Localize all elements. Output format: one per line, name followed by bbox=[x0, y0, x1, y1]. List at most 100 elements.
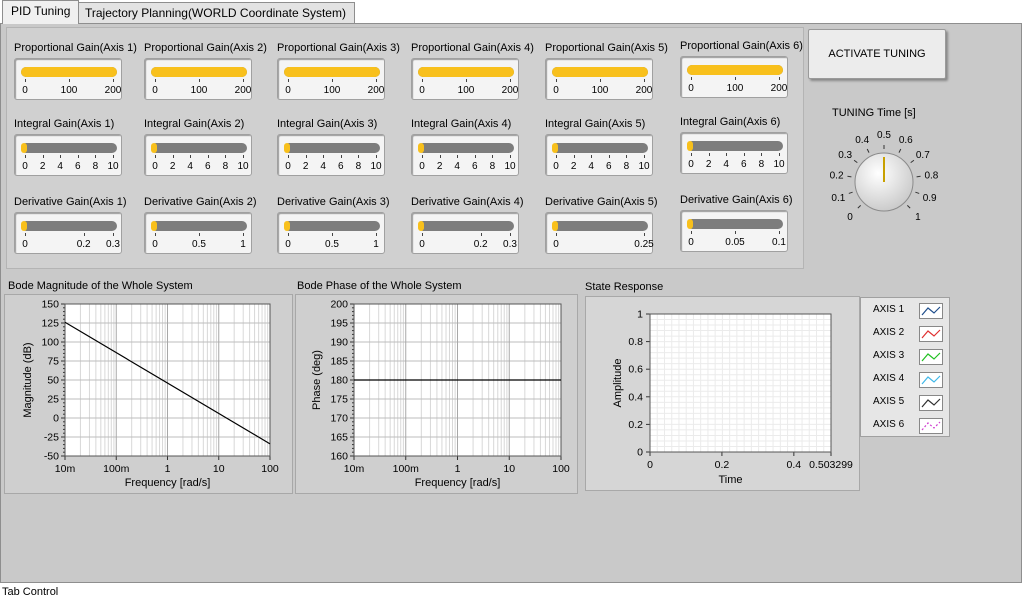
slider-track[interactable] bbox=[418, 67, 514, 77]
slider-tick-label: 0.2 bbox=[473, 239, 488, 250]
proportional-gain-slider-axis-6[interactable]: 0 100 200 bbox=[680, 56, 788, 98]
derivative-gain-slider-axis-6[interactable]: 0 0.05 0.1 bbox=[680, 210, 788, 252]
tuning-time-knob[interactable]: 00.1 0.2 0.30.4 0.5 0.60.7 0.8 0.91 bbox=[814, 118, 954, 230]
slider-track[interactable] bbox=[21, 67, 117, 77]
proportional-gain-slider-axis-5[interactable]: 0 100 200 bbox=[545, 58, 653, 100]
slider-track[interactable] bbox=[552, 143, 648, 153]
slider-track[interactable] bbox=[151, 221, 247, 231]
slider-track[interactable] bbox=[418, 143, 514, 153]
slider-tick-mark bbox=[644, 79, 645, 82]
legend-swatch bbox=[919, 326, 943, 342]
knob-tick bbox=[916, 175, 921, 178]
slider-track[interactable] bbox=[151, 143, 247, 153]
slider-tick-label: 6 bbox=[205, 161, 211, 172]
legend-item-axis-3[interactable]: AXIS 3 bbox=[865, 347, 945, 367]
derivative-gain-slider-axis-4[interactable]: 0 0.2 0.3 bbox=[411, 212, 519, 254]
legend-item-axis-6[interactable]: AXIS 6 bbox=[865, 416, 945, 436]
slider-tick-mark bbox=[155, 155, 156, 158]
slider-fill bbox=[284, 143, 290, 153]
y-tick-label: 1 bbox=[637, 309, 643, 321]
slider-tick-label: 0 bbox=[553, 161, 559, 172]
knob-scale-label: 0.4 bbox=[855, 135, 869, 146]
slider-track[interactable] bbox=[21, 221, 117, 231]
slider-tick-mark bbox=[556, 233, 557, 236]
slider-track[interactable] bbox=[284, 67, 380, 77]
slider-tick-label: 0 bbox=[419, 161, 425, 172]
slider-tick-mark bbox=[422, 155, 423, 158]
y-tick-label: 125 bbox=[41, 318, 59, 330]
proportional-gain-label-axis-4: Proportional Gain(Axis 4) bbox=[411, 42, 534, 54]
slider-tick-label: 0 bbox=[553, 85, 559, 96]
slider-tick-label: 8 bbox=[489, 161, 496, 172]
derivative-gain-label-axis-5: Derivative Gain(Axis 5) bbox=[545, 196, 658, 208]
proportional-gain-slider-axis-4[interactable]: 0 100 200 bbox=[411, 58, 519, 100]
slider-track[interactable] bbox=[687, 219, 783, 229]
integral-gain-slider-axis-6[interactable]: 0 2 4 6 8 10 bbox=[680, 132, 788, 174]
slider-tick-mark bbox=[113, 155, 114, 158]
x-axis-label: Frequency [rad/s] bbox=[125, 477, 211, 489]
slider-tick-label: 2 bbox=[705, 159, 712, 170]
y-tick-label: 0.6 bbox=[628, 364, 643, 376]
slider-tick-mark bbox=[779, 153, 780, 156]
slider-tick-label: 10 bbox=[773, 159, 785, 170]
y-tick-label: 150 bbox=[41, 299, 59, 311]
legend-label: AXIS 5 bbox=[873, 396, 905, 407]
slider-tick-mark bbox=[25, 155, 26, 158]
x-tick-label: 100m bbox=[393, 463, 420, 475]
slider-track[interactable] bbox=[552, 221, 648, 231]
derivative-gain-slider-axis-5[interactable]: 0 0.25 bbox=[545, 212, 654, 254]
slider-tick-label: 6 bbox=[75, 161, 81, 172]
slider-track[interactable] bbox=[284, 221, 380, 231]
slider-tick-mark bbox=[743, 153, 745, 156]
slider-fill bbox=[21, 143, 27, 153]
derivative-gain-slider-axis-2[interactable]: 0 0.5 1 bbox=[144, 212, 252, 254]
slider-tick-mark bbox=[288, 155, 289, 158]
slider-tick-mark bbox=[439, 155, 441, 158]
slider-track[interactable] bbox=[21, 143, 117, 153]
proportional-gain-slider-axis-3[interactable]: 0 100 200 bbox=[277, 58, 385, 100]
slider-track[interactable] bbox=[687, 141, 783, 151]
slider-tick-mark bbox=[190, 155, 192, 158]
tab-pid-tuning[interactable]: PID Tuning bbox=[2, 0, 80, 24]
proportional-gain-slider-axis-2[interactable]: 0 100 200 bbox=[144, 58, 252, 100]
derivative-gain-slider-axis-3[interactable]: 0 0.5 1 bbox=[277, 212, 385, 254]
derivative-gain-slider-axis-1[interactable]: 0 0.2 0.3 bbox=[14, 212, 122, 254]
slider-track[interactable] bbox=[418, 221, 514, 231]
slider-tick-label: 4 bbox=[454, 161, 460, 172]
knob-scale-label: 0.3 bbox=[838, 150, 852, 161]
proportional-gain-slider-axis-1[interactable]: 0 100 200 bbox=[14, 58, 122, 100]
slider-tick-mark bbox=[376, 155, 377, 158]
slider-fill bbox=[21, 67, 117, 77]
y-tick-label: 175 bbox=[330, 394, 348, 406]
slider-track[interactable] bbox=[552, 67, 648, 77]
integral-gain-slider-axis-4[interactable]: 0 2 4 6 8 10 bbox=[411, 134, 519, 176]
slider-tick-label: 0 bbox=[285, 85, 291, 96]
x-tick-label: 0.503299 bbox=[809, 459, 853, 471]
slider-track[interactable] bbox=[151, 67, 247, 77]
integral-gain-slider-axis-5[interactable]: 0 2 4 6 8 10 bbox=[545, 134, 653, 176]
plot-legend[interactable]: AXIS 1 AXIS 2 AXIS 3 AXIS 4 AXIS 5 AXIS 6 bbox=[860, 297, 950, 437]
integral-gain-slider-axis-1[interactable]: 0 2 4 6 8 10 bbox=[14, 134, 122, 176]
integral-gain-slider-axis-2[interactable]: 0 2 4 6 8 10 bbox=[144, 134, 252, 176]
knob-scale-label: 0.9 bbox=[923, 193, 937, 204]
legend-item-axis-5[interactable]: AXIS 5 bbox=[865, 393, 945, 413]
knob-scale-label: 0.7 bbox=[916, 150, 930, 161]
activate-tuning-button[interactable]: ACTIVATE TUNING bbox=[808, 29, 946, 79]
tab-trajectory-planning[interactable]: Trajectory Planning(WORLD Coordinate Sys… bbox=[76, 2, 355, 24]
slider-tick-mark bbox=[25, 79, 26, 82]
legend-item-axis-4[interactable]: AXIS 4 bbox=[865, 370, 945, 390]
slider-tick-mark bbox=[644, 233, 645, 236]
slider-track[interactable] bbox=[284, 143, 380, 153]
slider-tick-mark bbox=[691, 77, 692, 80]
slider-tick-mark bbox=[207, 155, 209, 158]
y-tick-label: 180 bbox=[330, 375, 348, 387]
legend-item-axis-1[interactable]: AXIS 1 bbox=[865, 301, 945, 321]
y-tick-label: 200 bbox=[330, 299, 348, 311]
y-axis-label: Magnitude (dB) bbox=[22, 342, 34, 417]
slider-fill bbox=[21, 221, 27, 231]
legend-label: AXIS 2 bbox=[873, 327, 905, 338]
slider-tick-label: 4 bbox=[723, 159, 729, 170]
legend-item-axis-2[interactable]: AXIS 2 bbox=[865, 324, 945, 344]
integral-gain-slider-axis-3[interactable]: 0 2 4 6 8 10 bbox=[277, 134, 385, 176]
slider-track[interactable] bbox=[687, 65, 783, 75]
